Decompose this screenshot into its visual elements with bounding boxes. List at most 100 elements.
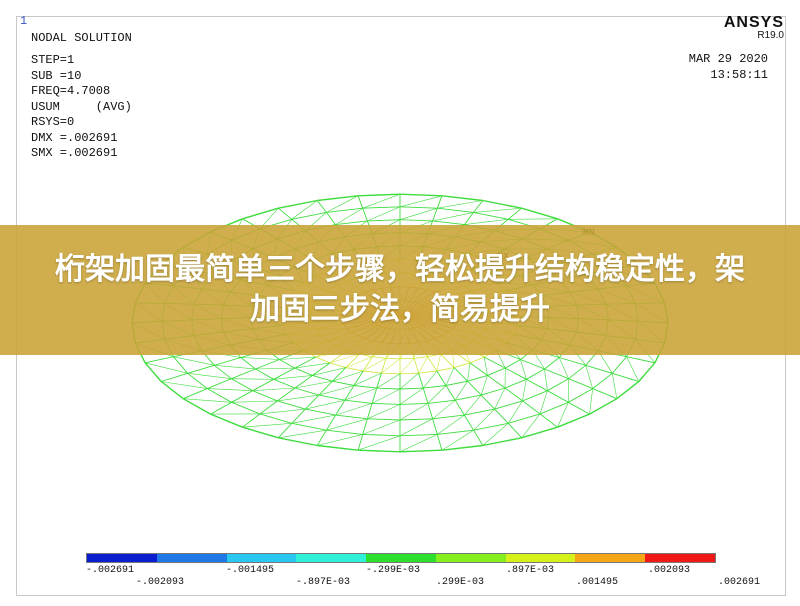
mesh-member — [305, 394, 320, 410]
mesh-member — [255, 359, 280, 370]
solution-parameters: STEP=1 SUB =10 FREQ=4.7008 USUM (AVG) RS… — [31, 53, 132, 162]
mesh-member — [520, 359, 545, 370]
mesh-member — [207, 378, 232, 390]
mesh-member — [367, 219, 401, 222]
mesh-member — [473, 211, 509, 220]
legend-top-label: .897E-03 — [506, 565, 555, 576]
mesh-member — [210, 401, 232, 415]
mesh-member — [427, 356, 438, 372]
mesh-member — [418, 356, 428, 374]
mesh-member — [445, 385, 456, 401]
mesh-member — [326, 429, 363, 435]
mesh-member — [544, 368, 548, 391]
date-label: MAR 29 2020 — [688, 52, 768, 66]
mesh-member — [638, 362, 656, 382]
mesh-member — [278, 437, 318, 447]
mesh-member — [344, 399, 373, 404]
mesh-member — [480, 387, 506, 396]
mesh-member — [399, 372, 419, 375]
solution-title: NODAL SOLUTION — [31, 31, 132, 45]
mesh-member — [371, 388, 401, 404]
mesh-member — [418, 370, 437, 374]
legend-bottom-label: -.002093 — [136, 577, 185, 588]
mesh-member — [372, 356, 387, 359]
mesh-member — [467, 362, 471, 382]
mesh-member — [544, 357, 560, 370]
mesh-member — [207, 388, 253, 391]
param-sub: SUB =10 — [31, 68, 82, 83]
mesh-member — [585, 365, 593, 389]
mesh-member — [453, 367, 468, 382]
mesh-member — [432, 399, 456, 420]
mesh-member — [273, 378, 296, 389]
mesh-member — [473, 207, 522, 213]
mesh-member — [494, 387, 506, 410]
mesh-member — [616, 380, 640, 400]
mesh-member — [381, 372, 401, 375]
mesh-member — [210, 413, 243, 428]
legend-bottom-label: .001495 — [576, 577, 619, 588]
mesh-member — [316, 200, 327, 213]
legend-swatch — [366, 554, 436, 562]
mesh-member — [231, 400, 278, 403]
mesh-member — [611, 356, 627, 374]
mesh-member — [592, 372, 613, 389]
mesh-member — [381, 358, 401, 374]
mesh-member — [357, 434, 364, 451]
param-dmx: DMX =.002691 — [31, 130, 118, 145]
mesh-member — [242, 426, 279, 439]
mesh-member — [507, 207, 522, 220]
mesh-member — [464, 414, 474, 431]
mesh-member — [144, 362, 162, 382]
mesh-member — [454, 381, 468, 401]
mesh-member — [436, 367, 455, 372]
mesh-member — [464, 219, 509, 225]
legend-swatch — [505, 554, 576, 562]
legend-bottom-label: -.897E-03 — [296, 577, 351, 588]
mesh-member — [473, 422, 509, 431]
mesh-member — [317, 444, 359, 451]
color-legend-bar — [86, 553, 716, 563]
mesh-member — [521, 207, 558, 220]
mesh-member — [399, 206, 438, 209]
mesh-member — [183, 388, 208, 400]
mesh-member — [480, 375, 488, 396]
mesh-member — [240, 357, 280, 360]
mesh-member — [240, 357, 256, 370]
mesh-member — [422, 387, 429, 404]
mesh-member — [145, 362, 188, 374]
mesh-member — [242, 413, 261, 428]
mesh-member — [367, 206, 401, 222]
mesh-member — [592, 388, 617, 400]
legend-bottom-labels: -.002093 -.897E-03 .299E-03 .001495 .002691 — [66, 577, 786, 589]
legend-swatch — [575, 554, 646, 562]
mesh-member — [547, 390, 569, 403]
mesh-member — [508, 218, 558, 220]
mesh-member — [568, 401, 590, 415]
mesh-member — [522, 400, 541, 415]
mesh-member — [399, 403, 429, 421]
mesh-member — [568, 388, 593, 403]
mesh-member — [413, 358, 420, 374]
mesh-member — [399, 433, 438, 437]
mesh-member — [399, 219, 433, 222]
mesh-member — [589, 398, 618, 415]
mesh-member — [312, 374, 333, 382]
ansys-logo: ANSYS R19.0 — [724, 14, 784, 41]
legend-bottom-label: .299E-03 — [436, 577, 485, 588]
mesh-member — [252, 387, 296, 391]
mesh-member — [291, 211, 327, 220]
mesh-member — [568, 378, 593, 390]
mesh-member — [399, 434, 438, 453]
legend-top-label: -.002691 — [86, 565, 135, 576]
legend-swatch — [435, 554, 506, 562]
mesh-member — [521, 426, 558, 439]
param-rsys: RSYS=0 — [31, 115, 75, 129]
mesh-member — [161, 372, 188, 382]
mesh-member — [483, 357, 488, 376]
mesh-member — [376, 387, 401, 390]
mesh-member — [259, 413, 292, 424]
mesh-member — [294, 387, 320, 396]
mesh-member — [487, 375, 506, 389]
mesh-member — [335, 414, 368, 420]
